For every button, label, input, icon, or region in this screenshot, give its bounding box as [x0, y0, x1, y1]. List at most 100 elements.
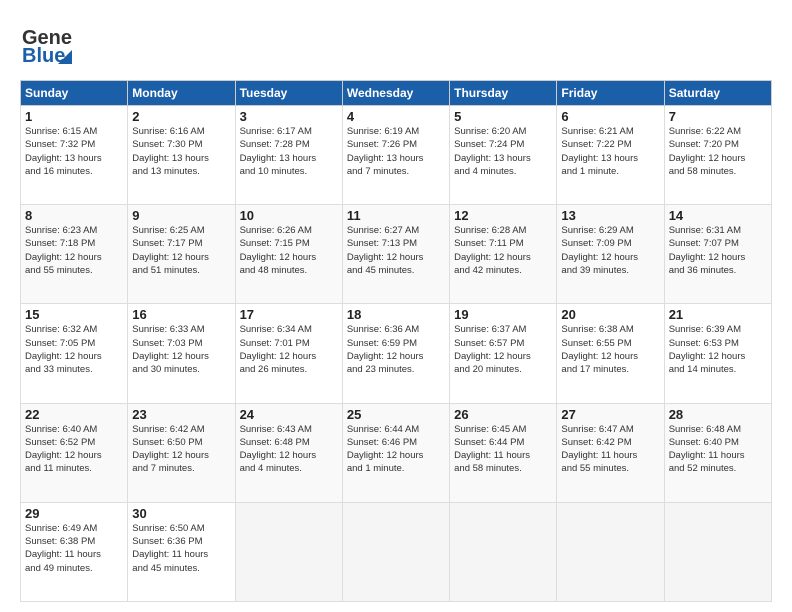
calendar-cell: 27Sunrise: 6:47 AM Sunset: 6:42 PM Dayli…: [557, 403, 664, 502]
day-info: Sunrise: 6:28 AM Sunset: 7:11 PM Dayligh…: [454, 224, 552, 277]
calendar-cell: 9Sunrise: 6:25 AM Sunset: 7:17 PM Daylig…: [128, 205, 235, 304]
day-info: Sunrise: 6:40 AM Sunset: 6:52 PM Dayligh…: [25, 423, 123, 476]
calendar-cell: 11Sunrise: 6:27 AM Sunset: 7:13 PM Dayli…: [342, 205, 449, 304]
day-info: Sunrise: 6:43 AM Sunset: 6:48 PM Dayligh…: [240, 423, 338, 476]
day-number: 4: [347, 109, 445, 124]
day-number: 28: [669, 407, 767, 422]
calendar-cell: 2Sunrise: 6:16 AM Sunset: 7:30 PM Daylig…: [128, 106, 235, 205]
day-info: Sunrise: 6:47 AM Sunset: 6:42 PM Dayligh…: [561, 423, 659, 476]
day-info: Sunrise: 6:20 AM Sunset: 7:24 PM Dayligh…: [454, 125, 552, 178]
calendar-cell: 15Sunrise: 6:32 AM Sunset: 7:05 PM Dayli…: [21, 304, 128, 403]
day-info: Sunrise: 6:39 AM Sunset: 6:53 PM Dayligh…: [669, 323, 767, 376]
day-number: 15: [25, 307, 123, 322]
day-number: 30: [132, 506, 230, 521]
calendar-cell: 6Sunrise: 6:21 AM Sunset: 7:22 PM Daylig…: [557, 106, 664, 205]
weekday-header-tuesday: Tuesday: [235, 81, 342, 106]
day-info: Sunrise: 6:38 AM Sunset: 6:55 PM Dayligh…: [561, 323, 659, 376]
calendar-week-row: 8Sunrise: 6:23 AM Sunset: 7:18 PM Daylig…: [21, 205, 772, 304]
calendar-cell: 21Sunrise: 6:39 AM Sunset: 6:53 PM Dayli…: [664, 304, 771, 403]
day-info: Sunrise: 6:31 AM Sunset: 7:07 PM Dayligh…: [669, 224, 767, 277]
calendar-week-row: 1Sunrise: 6:15 AM Sunset: 7:32 PM Daylig…: [21, 106, 772, 205]
day-number: 22: [25, 407, 123, 422]
day-number: 16: [132, 307, 230, 322]
day-info: Sunrise: 6:33 AM Sunset: 7:03 PM Dayligh…: [132, 323, 230, 376]
calendar-cell: 23Sunrise: 6:42 AM Sunset: 6:50 PM Dayli…: [128, 403, 235, 502]
day-info: Sunrise: 6:42 AM Sunset: 6:50 PM Dayligh…: [132, 423, 230, 476]
calendar-cell: 4Sunrise: 6:19 AM Sunset: 7:26 PM Daylig…: [342, 106, 449, 205]
calendar-cell: 30Sunrise: 6:50 AM Sunset: 6:36 PM Dayli…: [128, 502, 235, 601]
day-number: 13: [561, 208, 659, 223]
weekday-header-row: SundayMondayTuesdayWednesdayThursdayFrid…: [21, 81, 772, 106]
day-info: Sunrise: 6:17 AM Sunset: 7:28 PM Dayligh…: [240, 125, 338, 178]
calendar-cell: 25Sunrise: 6:44 AM Sunset: 6:46 PM Dayli…: [342, 403, 449, 502]
day-info: Sunrise: 6:25 AM Sunset: 7:17 PM Dayligh…: [132, 224, 230, 277]
day-number: 1: [25, 109, 123, 124]
day-info: Sunrise: 6:50 AM Sunset: 6:36 PM Dayligh…: [132, 522, 230, 575]
calendar-cell: 18Sunrise: 6:36 AM Sunset: 6:59 PM Dayli…: [342, 304, 449, 403]
weekday-header-saturday: Saturday: [664, 81, 771, 106]
day-number: 27: [561, 407, 659, 422]
day-number: 21: [669, 307, 767, 322]
calendar-cell: 1Sunrise: 6:15 AM Sunset: 7:32 PM Daylig…: [21, 106, 128, 205]
page: General Blue SundayMondayTuesdayWednesda…: [0, 0, 792, 612]
day-info: Sunrise: 6:32 AM Sunset: 7:05 PM Dayligh…: [25, 323, 123, 376]
day-number: 6: [561, 109, 659, 124]
day-number: 29: [25, 506, 123, 521]
day-info: Sunrise: 6:27 AM Sunset: 7:13 PM Dayligh…: [347, 224, 445, 277]
day-info: Sunrise: 6:45 AM Sunset: 6:44 PM Dayligh…: [454, 423, 552, 476]
calendar-cell: [342, 502, 449, 601]
day-info: Sunrise: 6:15 AM Sunset: 7:32 PM Dayligh…: [25, 125, 123, 178]
header: General Blue: [20, 18, 772, 70]
calendar-cell: 5Sunrise: 6:20 AM Sunset: 7:24 PM Daylig…: [450, 106, 557, 205]
day-number: 23: [132, 407, 230, 422]
day-info: Sunrise: 6:44 AM Sunset: 6:46 PM Dayligh…: [347, 423, 445, 476]
calendar-cell: [557, 502, 664, 601]
day-number: 5: [454, 109, 552, 124]
calendar-cell: 22Sunrise: 6:40 AM Sunset: 6:52 PM Dayli…: [21, 403, 128, 502]
weekday-header-monday: Monday: [128, 81, 235, 106]
calendar-cell: 29Sunrise: 6:49 AM Sunset: 6:38 PM Dayli…: [21, 502, 128, 601]
day-number: 9: [132, 208, 230, 223]
calendar-cell: 24Sunrise: 6:43 AM Sunset: 6:48 PM Dayli…: [235, 403, 342, 502]
day-info: Sunrise: 6:29 AM Sunset: 7:09 PM Dayligh…: [561, 224, 659, 277]
day-info: Sunrise: 6:22 AM Sunset: 7:20 PM Dayligh…: [669, 125, 767, 178]
day-number: 10: [240, 208, 338, 223]
calendar-cell: [664, 502, 771, 601]
weekday-header-wednesday: Wednesday: [342, 81, 449, 106]
day-number: 2: [132, 109, 230, 124]
calendar-cell: 16Sunrise: 6:33 AM Sunset: 7:03 PM Dayli…: [128, 304, 235, 403]
calendar-week-row: 15Sunrise: 6:32 AM Sunset: 7:05 PM Dayli…: [21, 304, 772, 403]
day-number: 19: [454, 307, 552, 322]
calendar-week-row: 29Sunrise: 6:49 AM Sunset: 6:38 PM Dayli…: [21, 502, 772, 601]
day-number: 24: [240, 407, 338, 422]
day-info: Sunrise: 6:49 AM Sunset: 6:38 PM Dayligh…: [25, 522, 123, 575]
calendar-cell: 8Sunrise: 6:23 AM Sunset: 7:18 PM Daylig…: [21, 205, 128, 304]
calendar-cell: 14Sunrise: 6:31 AM Sunset: 7:07 PM Dayli…: [664, 205, 771, 304]
logo-icon: General Blue: [20, 18, 72, 70]
calendar-cell: 12Sunrise: 6:28 AM Sunset: 7:11 PM Dayli…: [450, 205, 557, 304]
calendar-cell: 17Sunrise: 6:34 AM Sunset: 7:01 PM Dayli…: [235, 304, 342, 403]
logo: General Blue: [20, 18, 76, 70]
day-number: 26: [454, 407, 552, 422]
day-info: Sunrise: 6:16 AM Sunset: 7:30 PM Dayligh…: [132, 125, 230, 178]
day-info: Sunrise: 6:34 AM Sunset: 7:01 PM Dayligh…: [240, 323, 338, 376]
day-number: 18: [347, 307, 445, 322]
day-info: Sunrise: 6:23 AM Sunset: 7:18 PM Dayligh…: [25, 224, 123, 277]
day-number: 20: [561, 307, 659, 322]
calendar-week-row: 22Sunrise: 6:40 AM Sunset: 6:52 PM Dayli…: [21, 403, 772, 502]
calendar-cell: 19Sunrise: 6:37 AM Sunset: 6:57 PM Dayli…: [450, 304, 557, 403]
day-number: 25: [347, 407, 445, 422]
day-info: Sunrise: 6:37 AM Sunset: 6:57 PM Dayligh…: [454, 323, 552, 376]
calendar-cell: [450, 502, 557, 601]
weekday-header-sunday: Sunday: [21, 81, 128, 106]
day-info: Sunrise: 6:21 AM Sunset: 7:22 PM Dayligh…: [561, 125, 659, 178]
day-number: 12: [454, 208, 552, 223]
calendar-cell: 7Sunrise: 6:22 AM Sunset: 7:20 PM Daylig…: [664, 106, 771, 205]
day-number: 7: [669, 109, 767, 124]
day-number: 3: [240, 109, 338, 124]
calendar-cell: 10Sunrise: 6:26 AM Sunset: 7:15 PM Dayli…: [235, 205, 342, 304]
calendar-cell: 26Sunrise: 6:45 AM Sunset: 6:44 PM Dayli…: [450, 403, 557, 502]
calendar-cell: 28Sunrise: 6:48 AM Sunset: 6:40 PM Dayli…: [664, 403, 771, 502]
calendar-cell: 20Sunrise: 6:38 AM Sunset: 6:55 PM Dayli…: [557, 304, 664, 403]
day-number: 11: [347, 208, 445, 223]
